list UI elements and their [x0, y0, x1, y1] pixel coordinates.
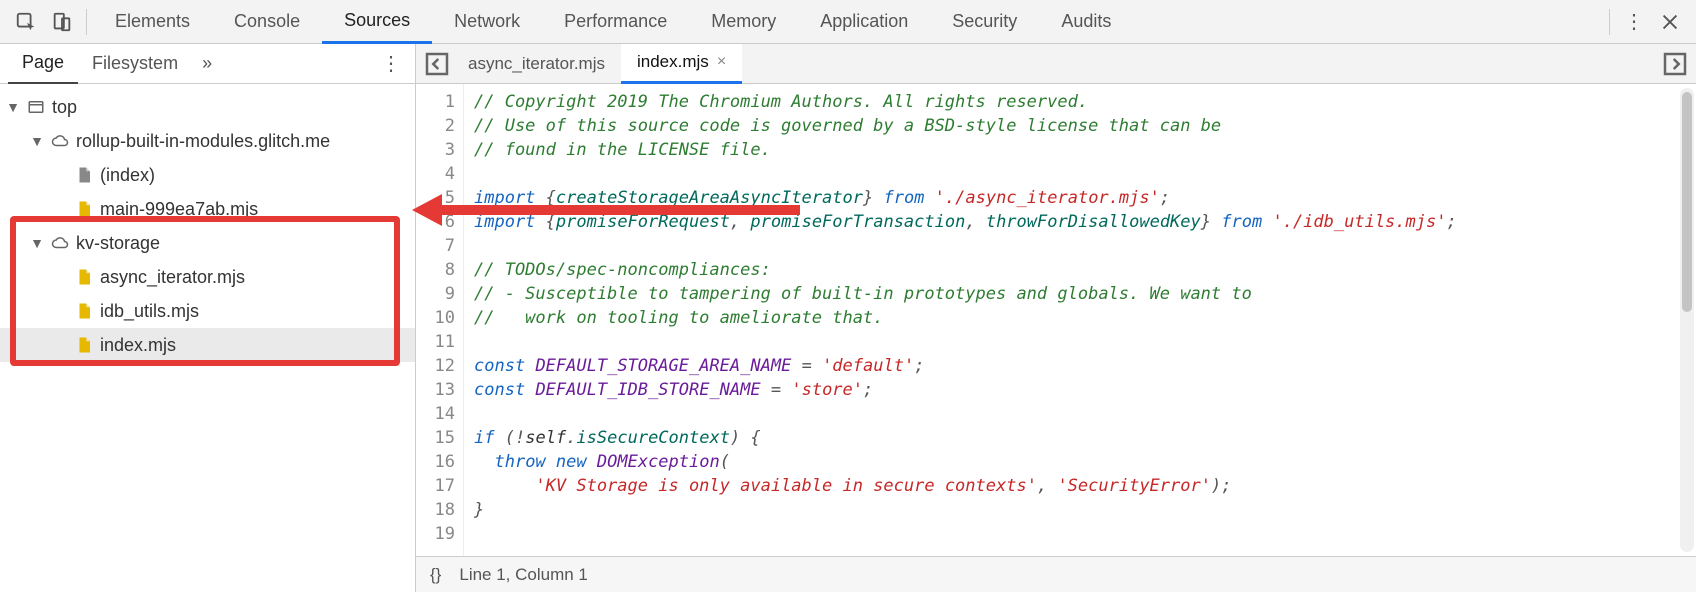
tree-label: rollup-built-in-modules.glitch.me	[76, 131, 330, 152]
devtools-toolbar: ElementsConsoleSourcesNetworkPerformance…	[0, 0, 1696, 44]
frame-icon	[26, 97, 46, 117]
sidebar-tabstrip: PageFilesystem » ⋮	[0, 44, 415, 84]
tree-file[interactable]: async_iterator.mjs	[0, 260, 415, 294]
top-tab-security[interactable]: Security	[930, 0, 1039, 44]
tree-label: (index)	[100, 165, 155, 186]
close-devtools-icon[interactable]	[1652, 0, 1688, 44]
file-icon	[74, 165, 94, 185]
nav-back-icon[interactable]	[422, 44, 452, 84]
file-icon	[74, 301, 94, 321]
toolbar-divider	[1609, 9, 1610, 35]
top-tab-application[interactable]: Application	[798, 0, 930, 44]
tree-label: async_iterator.mjs	[100, 267, 245, 288]
tree-label: index.mjs	[100, 335, 176, 356]
tree-frame-top[interactable]: ▼ top	[0, 90, 415, 124]
sidebar-tab-filesystem[interactable]: Filesystem	[78, 44, 192, 84]
disclosure-triangle-icon[interactable]: ▼	[30, 133, 44, 149]
tree-origin[interactable]: ▼ rollup-built-in-modules.glitch.me	[0, 124, 415, 158]
sources-sidebar: PageFilesystem » ⋮ ▼ top ▼ rollup-bu	[0, 44, 416, 592]
sidebar-more-tabs[interactable]: »	[192, 44, 222, 84]
tree-folder-kv-storage[interactable]: ▼ kv-storage	[0, 226, 415, 260]
file-icon	[74, 267, 94, 287]
top-tab-elements[interactable]: Elements	[93, 0, 212, 44]
pretty-print-icon[interactable]: {}	[430, 565, 441, 585]
file-tab[interactable]: index.mjs ×	[621, 44, 742, 84]
code-editor[interactable]: 12345678910111213141516171819 // Copyrig…	[416, 84, 1696, 556]
tree-label: kv-storage	[76, 233, 160, 254]
top-tab-audits[interactable]: Audits	[1039, 0, 1133, 44]
top-tab-performance[interactable]: Performance	[542, 0, 689, 44]
tree-label: main-999ea7ab.mjs	[100, 199, 258, 220]
file-tab-label: async_iterator.mjs	[468, 54, 605, 74]
top-tab-memory[interactable]: Memory	[689, 0, 798, 44]
tree-file[interactable]: (index)	[0, 158, 415, 192]
close-icon[interactable]: ×	[717, 53, 726, 71]
file-icon	[74, 335, 94, 355]
editor-pane: async_iterator.mjs index.mjs × 12345678910…	[416, 44, 1696, 592]
kebab-menu-icon[interactable]: ⋮	[1616, 0, 1652, 44]
file-tab-label: index.mjs	[637, 52, 709, 72]
line-number-gutter: 12345678910111213141516171819	[416, 84, 464, 556]
cloud-icon	[50, 233, 70, 253]
file-icon	[74, 199, 94, 219]
file-tab[interactable]: async_iterator.mjs	[452, 44, 621, 84]
tree-label: idb_utils.mjs	[100, 301, 199, 322]
nav-forward-icon[interactable]	[1660, 44, 1690, 84]
editor-statusbar: {} Line 1, Column 1	[416, 556, 1696, 592]
tree-label: top	[52, 97, 77, 118]
file-tabstrip: async_iterator.mjs index.mjs ×	[416, 44, 1696, 84]
tree-file[interactable]: idb_utils.mjs	[0, 294, 415, 328]
toolbar-divider	[86, 9, 87, 35]
sidebar-kebab-icon[interactable]: ⋮	[375, 51, 407, 76]
tree-file[interactable]: main-999ea7ab.mjs	[0, 192, 415, 226]
code-content[interactable]: // Copyright 2019 The Chromium Authors. …	[464, 84, 1696, 556]
tree-file[interactable]: index.mjs	[0, 328, 415, 362]
device-toolbar-icon[interactable]	[44, 0, 80, 44]
top-tab-network[interactable]: Network	[432, 0, 542, 44]
cloud-icon	[50, 131, 70, 151]
cursor-position: Line 1, Column 1	[459, 565, 588, 585]
sidebar-tab-page[interactable]: Page	[8, 44, 78, 84]
vertical-scrollbar[interactable]	[1680, 88, 1694, 552]
disclosure-triangle-icon[interactable]: ▼	[30, 235, 44, 251]
inspect-element-icon[interactable]	[8, 0, 44, 44]
disclosure-triangle-icon[interactable]: ▼	[6, 99, 20, 115]
top-tab-console[interactable]: Console	[212, 0, 322, 44]
file-tree: ▼ top ▼ rollup-built-in-modules.glitch.m…	[0, 84, 415, 368]
scrollbar-thumb[interactable]	[1682, 92, 1692, 312]
top-tab-sources[interactable]: Sources	[322, 0, 432, 44]
